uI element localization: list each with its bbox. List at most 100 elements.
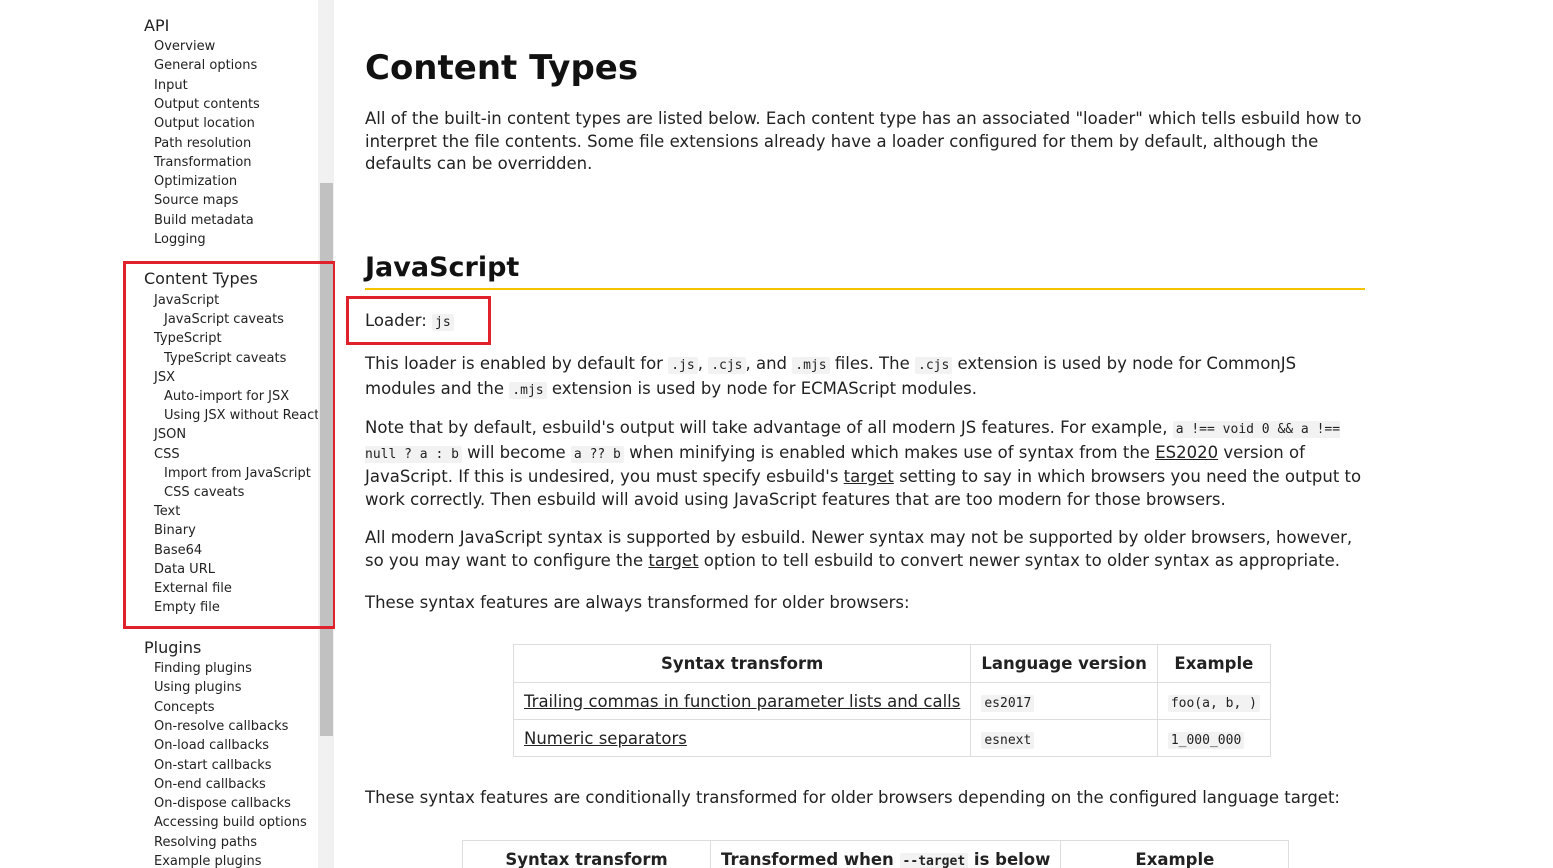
loader-line: Loader: js — [365, 310, 1365, 335]
target-link[interactable]: target — [648, 551, 698, 570]
table-header-cell: Syntax transform — [462, 840, 711, 868]
code-mjs-ext: .mjs — [792, 357, 830, 374]
always-transformed-table: Syntax transform Language version Exampl… — [512, 644, 1271, 757]
sidebar-item-javascript[interactable]: JavaScript — [154, 293, 219, 308]
table-header-cell: Example — [1156, 644, 1271, 683]
conditionally-transformed-table: Syntax transform Transformed when --targ… — [462, 840, 1290, 868]
sidebar-nav: API Overview General options Input Output co… — [0, 0, 335, 868]
sidebar-item-json[interactable]: JSON — [154, 427, 186, 442]
table-header-row: Syntax transform Language version Exampl… — [512, 644, 1271, 683]
sidebar-item-external-file[interactable]: External file — [154, 581, 232, 596]
table-row: Numeric separators esnext 1_000_000 — [512, 719, 1271, 757]
text: option to tell esbuild to convert newer … — [698, 550, 1341, 570]
js-paragraph-2: Note that by default, esbuild's output w… — [365, 417, 1365, 511]
table-cell: 1_000_000 — [1156, 719, 1271, 757]
page-title: Content Types — [365, 48, 639, 88]
sidebar-item-on-dispose-callbacks[interactable]: On-dispose callbacks — [154, 796, 291, 811]
code-cjs-ext: .cjs — [915, 357, 953, 374]
code-cjs-ext: .cjs — [708, 357, 746, 374]
table-cell: es2017 — [970, 682, 1158, 720]
sidebar-item-optimization[interactable]: Optimization — [154, 174, 237, 189]
sidebar-item-finding-plugins[interactable]: Finding plugins — [154, 661, 252, 676]
sidebar-item-css[interactable]: CSS — [154, 447, 180, 462]
sidebar-item-source-maps[interactable]: Source maps — [154, 193, 238, 208]
sidebar-item-using-plugins[interactable]: Using plugins — [154, 680, 242, 695]
sidebar-scrollbar-thumb[interactable] — [320, 183, 333, 736]
sidebar-item-empty-file[interactable]: Empty file — [154, 600, 220, 615]
loader-label: Loader: — [365, 311, 427, 330]
sidebar-item-binary[interactable]: Binary — [154, 523, 196, 538]
es2020-link[interactable]: ES2020 — [1155, 443, 1218, 462]
sidebar-item-overview[interactable]: Overview — [154, 39, 215, 54]
example-code: foo(a, b, ) — [1167, 694, 1260, 712]
sidebar-item-path-resolution[interactable]: Path resolution — [154, 136, 251, 151]
sidebar-item-input[interactable]: Input — [154, 78, 188, 93]
sidebar-item-on-end-callbacks[interactable]: On-end callbacks — [154, 777, 266, 792]
target-flag-code: --target — [899, 853, 969, 868]
table-cell: esnext — [970, 719, 1158, 757]
table-header-row: Syntax transform Transformed when --targ… — [462, 840, 1290, 868]
version-code: es2017 — [981, 694, 1035, 712]
version-code: esnext — [981, 731, 1035, 749]
text: , and — [745, 354, 793, 373]
sidebar-item-on-start-callbacks[interactable]: On-start callbacks — [154, 758, 272, 773]
js-paragraph-4: These syntax features are always transfo… — [365, 593, 910, 612]
sidebar-group-plugins[interactable]: Plugins — [144, 638, 201, 657]
feature-link[interactable]: Numeric separators — [524, 729, 687, 748]
text: Transformed when — [721, 850, 900, 868]
js-paragraph-3: All modern JavaScript syntax is supporte… — [365, 527, 1365, 572]
text: when minifying is enabled which makes us… — [623, 442, 1156, 462]
sidebar-item-using-jsx-without-react[interactable]: Using JSX without React — [164, 408, 319, 423]
sidebar-item-on-resolve-callbacks[interactable]: On-resolve callbacks — [154, 719, 288, 734]
text: This loader is enabled by default for — [365, 354, 669, 373]
target-link[interactable]: target — [844, 467, 894, 486]
js-paragraph-5: These syntax features are conditionally … — [365, 788, 1340, 807]
sidebar-item-css-caveats[interactable]: CSS caveats — [164, 485, 244, 500]
sidebar-item-accessing-build-options[interactable]: Accessing build options — [154, 815, 307, 830]
table-cell: foo(a, b, ) — [1156, 682, 1271, 720]
code-js-ext: .js — [668, 357, 698, 374]
text: extension is used by node for ECMAScript… — [546, 378, 977, 398]
sidebar-item-output-contents[interactable]: Output contents — [154, 97, 260, 112]
js-paragraph-1: This loader is enabled by default for .j… — [365, 353, 1365, 402]
text: , — [697, 354, 709, 373]
sidebar-item-typescript-caveats[interactable]: TypeScript caveats — [164, 351, 286, 366]
text: Note that by default, esbuild's output w… — [365, 418, 1173, 437]
sidebar-item-base64[interactable]: Base64 — [154, 543, 202, 558]
sidebar-group-content-types[interactable]: Content Types — [144, 269, 258, 288]
feature-link[interactable]: Trailing commas in function parameter li… — [524, 692, 960, 711]
text: will become — [461, 442, 571, 462]
sidebar-item-resolving-paths[interactable]: Resolving paths — [154, 835, 257, 850]
sidebar-item-output-location[interactable]: Output location — [154, 116, 255, 131]
table-header-cell: Transformed when --target is below — [709, 840, 1062, 868]
example-code: 1_000_000 — [1167, 731, 1245, 749]
sidebar-item-general-options[interactable]: General options — [154, 58, 257, 73]
sidebar-item-typescript[interactable]: TypeScript — [154, 331, 222, 346]
sidebar-item-on-load-callbacks[interactable]: On-load callbacks — [154, 738, 269, 753]
sidebar-item-data-url[interactable]: Data URL — [154, 562, 215, 577]
main-content: Content Types All of the built-in conten… — [335, 0, 1553, 868]
table-row: Trailing commas in function parameter li… — [512, 682, 1271, 720]
sidebar-item-text[interactable]: Text — [154, 504, 180, 519]
sidebar-item-build-metadata[interactable]: Build metadata — [154, 213, 254, 228]
sidebar-item-concepts[interactable]: Concepts — [154, 700, 215, 715]
sidebar-item-auto-import-for-jsx[interactable]: Auto-import for JSX — [164, 389, 289, 404]
text: is below — [968, 850, 1051, 868]
sidebar-group-api[interactable]: API — [144, 16, 169, 35]
table-header-cell: Language version — [970, 644, 1158, 683]
javascript-heading: JavaScript — [365, 252, 520, 283]
loader-value: js — [432, 314, 454, 331]
sidebar-item-logging[interactable]: Logging — [154, 232, 206, 247]
table-cell: Numeric separators — [512, 719, 972, 757]
sidebar-item-javascript-caveats[interactable]: JavaScript caveats — [164, 312, 284, 327]
table-cell: Trailing commas in function parameter li… — [512, 682, 972, 720]
code-mjs-ext: .mjs — [509, 381, 547, 399]
sidebar-item-import-from-javascript[interactable]: Import from JavaScript — [164, 466, 311, 481]
sidebar-item-jsx[interactable]: JSX — [154, 370, 175, 385]
sidebar-item-example-plugins[interactable]: Example plugins — [154, 854, 262, 868]
table-header-cell: Syntax transform — [512, 644, 972, 683]
heading-underline — [365, 288, 1365, 290]
intro-paragraph: All of the built-in content types are li… — [365, 109, 1362, 173]
code-example-short: a ?? b — [570, 445, 624, 463]
sidebar-item-transformation[interactable]: Transformation — [154, 155, 252, 170]
